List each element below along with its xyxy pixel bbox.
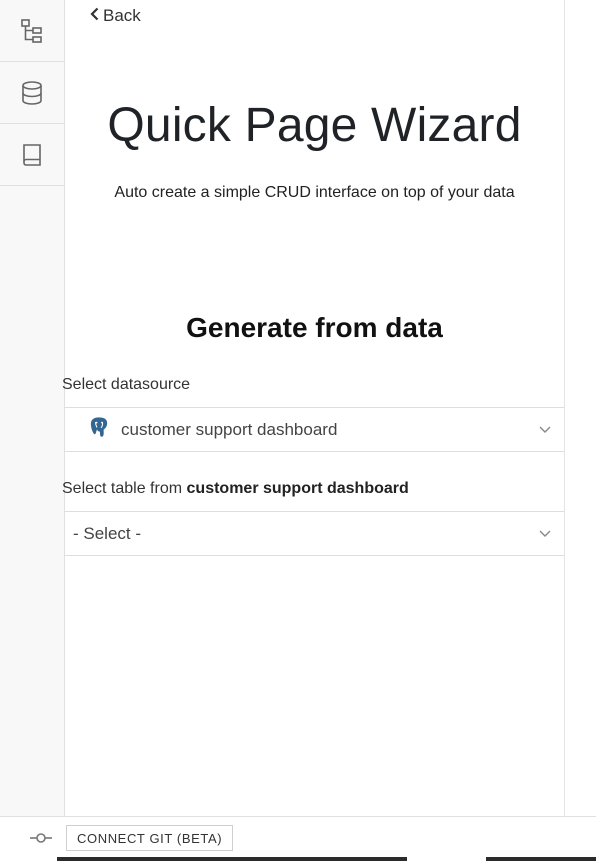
- chevron-left-icon: [90, 7, 99, 25]
- left-sidebar: [0, 0, 65, 816]
- postgres-icon: [87, 415, 111, 444]
- bottom-edge-bar-right: [486, 857, 596, 861]
- back-link[interactable]: Back: [90, 6, 141, 26]
- datasource-value: customer support dashboard: [121, 419, 338, 439]
- tree-icon: [19, 18, 45, 44]
- datasource-label: Select datasource: [62, 376, 191, 393]
- table-dropdown-value: - Select -: [73, 523, 142, 543]
- datasource-dropdown[interactable]: customer support dashboard: [65, 407, 564, 452]
- back-label: Back: [103, 6, 141, 25]
- table-label-prefix: Select table from: [62, 480, 183, 497]
- database-icon: [19, 80, 45, 106]
- chevron-down-icon: [538, 422, 552, 441]
- connect-git-button[interactable]: CONNECT GIT (BETA): [66, 825, 234, 851]
- sidebar-item-datasources[interactable]: [0, 62, 64, 124]
- bottom-edge-bar-left: [57, 857, 407, 861]
- sidebar-item-library[interactable]: [0, 124, 64, 186]
- bottom-bar: CONNECT GIT (BETA): [0, 816, 596, 861]
- content-right-border: [564, 0, 565, 816]
- page-subtitle: Auto create a simple CRUD interface on t…: [114, 184, 515, 201]
- table-label-source: customer support dashboard: [186, 480, 409, 497]
- git-commit-icon: [30, 831, 52, 850]
- book-icon: [19, 142, 45, 168]
- table-dropdown[interactable]: - Select -: [65, 511, 564, 556]
- page-title: Quick Page Wizard: [107, 99, 522, 152]
- section-title: Generate from data: [186, 312, 443, 343]
- table-label: Select table from customer support dashb…: [62, 480, 409, 498]
- sidebar-item-explorer[interactable]: [0, 0, 64, 62]
- chevron-down-icon: [538, 526, 552, 545]
